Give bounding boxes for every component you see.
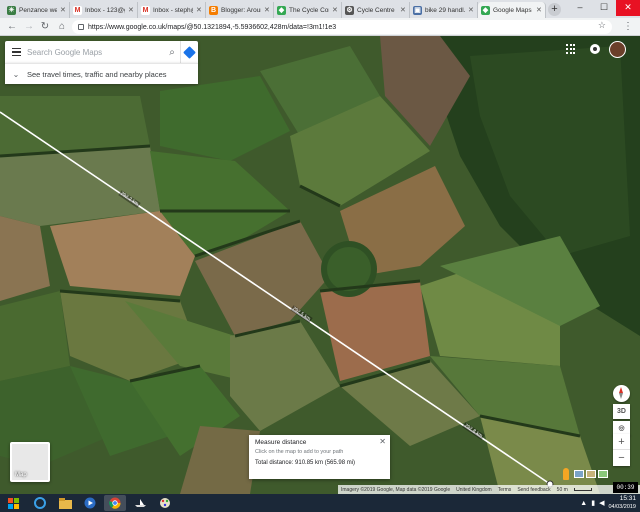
cycle-favicon-icon: ⚙ <box>345 5 354 15</box>
map-footer: Imagery ©2019 Google, Map data ©2019 Goo… <box>338 485 640 494</box>
layers-toggle[interactable]: Map <box>10 442 50 482</box>
layers-label: Map <box>15 472 27 478</box>
zoom-in-button[interactable]: + <box>613 434 630 450</box>
tab-label: bike 29 handl... <box>425 6 465 14</box>
taskbar-clock[interactable]: 15:31 04/03/2019 <box>608 495 636 511</box>
address-bar[interactable]: https://www.google.co.uk/maps/@50.132189… <box>72 20 612 34</box>
travel-times-prompt[interactable]: ⌄ See travel times, traffic and nearby p… <box>5 63 198 84</box>
tab-blogger[interactable]: B Blogger: Around ✕ <box>206 2 274 18</box>
travel-times-text: See travel times, traffic and nearby pla… <box>27 69 167 79</box>
blogger-favicon-icon: B <box>209 5 218 15</box>
tab-bike-handlebars[interactable]: ▣ bike 29 handl... ✕ <box>410 2 478 18</box>
media-player-icon[interactable] <box>79 495 101 511</box>
tab-label: The Cycle Cor... <box>289 6 329 14</box>
satellite-imagery <box>0 36 640 494</box>
scale-label[interactable]: 50 m <box>557 487 568 493</box>
browser-tab-strip: ☀ Penzance weather ✕ M Inbox - 123@gmail… <box>0 0 640 18</box>
tab-gmail-inbox-1[interactable]: M Inbox - 123@gmail ✕ <box>70 2 138 18</box>
tab-label: Google Maps <box>493 6 532 14</box>
minimize-button[interactable]: – <box>568 0 592 16</box>
clock-time: 15:31 <box>619 495 636 502</box>
maps-favicon-icon: ◆ <box>481 5 490 15</box>
maps-favicon-icon: ◆ <box>277 5 286 15</box>
zoom-out-button[interactable]: − <box>613 450 630 466</box>
measure-title: Measure distance <box>255 439 307 446</box>
network-icon[interactable]: ▮ <box>591 499 595 507</box>
lock-icon <box>78 24 84 30</box>
recording-timer: 00:39 <box>613 482 638 493</box>
yacht-app-icon[interactable] <box>129 495 151 511</box>
bookmark-star-icon[interactable]: ☆ <box>598 20 606 31</box>
gmail-favicon-icon: M <box>141 5 150 15</box>
close-icon[interactable]: ✕ <box>379 437 386 446</box>
street-preview-thumb[interactable] <box>586 470 596 478</box>
close-tab-icon[interactable]: ✕ <box>468 6 474 14</box>
terms-link[interactable]: Terms <box>498 487 512 493</box>
image-favicon-icon: ▣ <box>413 5 422 15</box>
measure-hint: Click on the map to add to your path <box>255 449 344 455</box>
volume-icon[interactable]: ◀ <box>599 499 604 507</box>
imagery-attribution: Imagery ©2019 Google, Map data ©2019 Goo… <box>341 486 451 493</box>
close-tab-icon[interactable]: ✕ <box>264 6 270 14</box>
close-tab-icon[interactable]: ✕ <box>60 6 66 14</box>
tray-arrow-icon[interactable]: ▲ <box>580 500 587 507</box>
home-icon[interactable]: ⌂ <box>55 20 69 34</box>
browser-menu-icon[interactable]: ⋮ <box>622 20 634 34</box>
directions-icon[interactable] <box>180 41 198 63</box>
reload-icon[interactable]: ↻ <box>38 20 52 34</box>
file-explorer-icon[interactable] <box>54 495 76 511</box>
close-tab-icon[interactable]: ✕ <box>400 6 406 14</box>
measure-distance-card: Measure distance Click on the map to add… <box>249 435 390 479</box>
satellite-map[interactable]: 292.2 km 292.5 km 292.8 km ⌕ ⌄ See trave… <box>0 36 640 494</box>
close-tab-icon[interactable]: ✕ <box>128 6 134 14</box>
search-box: ⌕ <box>5 41 198 63</box>
tab-label: Penzance weather <box>19 6 57 14</box>
apps-grid-icon[interactable] <box>566 44 576 54</box>
scale-bar <box>573 488 592 491</box>
avatar[interactable] <box>609 41 626 58</box>
measure-total-distance: Total distance: 910.85 km (565.98 mi) <box>255 460 356 466</box>
tab-label: Inbox - 123@gmail <box>85 6 125 14</box>
maximize-button[interactable]: ☐ <box>592 0 616 16</box>
street-preview-thumb[interactable] <box>574 470 584 478</box>
close-tab-icon[interactable]: ✕ <box>332 6 338 14</box>
system-tray: ▲ ▮ ◀ 15:31 04/03/2019 <box>580 494 636 512</box>
tab-gmail-inbox-2[interactable]: M Inbox - steph@... ✕ <box>138 2 206 18</box>
url-text: https://www.google.co.uk/maps/@50.132189… <box>88 23 337 31</box>
paint-app-icon[interactable] <box>154 495 176 511</box>
notifications-icon[interactable] <box>590 44 600 54</box>
tab-penzance-weather[interactable]: ☀ Penzance weather ✕ <box>4 2 70 18</box>
tilt-3d-button[interactable]: 3D <box>613 404 630 419</box>
clock-date: 04/03/2019 <box>608 504 636 510</box>
street-preview-thumb[interactable] <box>598 470 608 478</box>
search-input[interactable] <box>27 47 164 57</box>
region-link[interactable]: United Kingdom <box>456 487 492 493</box>
zoom-control: + − <box>613 434 630 466</box>
tab-google-maps[interactable]: ◆ Google Maps ✕ <box>478 2 546 18</box>
tab-cycle-corner[interactable]: ◆ The Cycle Cor... ✕ <box>274 2 342 18</box>
new-tab-button[interactable]: + <box>548 3 561 16</box>
tab-label: Cycle Centre <box>357 6 395 14</box>
chrome-icon[interactable] <box>104 495 126 511</box>
browser-toolbar: ← → ↻ ⌂ https://www.google.co.uk/maps/@5… <box>0 18 640 36</box>
close-window-button[interactable]: ✕ <box>616 0 640 16</box>
close-tab-icon[interactable]: ✕ <box>536 6 542 14</box>
gmail-favicon-icon: M <box>73 5 82 15</box>
weather-favicon-icon: ☀ <box>7 5 16 15</box>
send-feedback-link[interactable]: Send feedback <box>517 487 550 493</box>
internet-explorer-icon[interactable] <box>29 495 51 511</box>
tab-cycle-centre[interactable]: ⚙ Cycle Centre ✕ <box>342 2 410 18</box>
tab-label: Blogger: Around <box>221 6 261 14</box>
forward-arrow-icon[interactable]: → <box>22 20 36 34</box>
windows-taskbar: ▲ ▮ ◀ 15:31 04/03/2019 <box>0 494 640 512</box>
tab-label: Inbox - steph@... <box>153 6 193 14</box>
menu-hamburger-icon[interactable] <box>5 41 27 63</box>
close-tab-icon[interactable]: ✕ <box>196 6 202 14</box>
search-icon[interactable]: ⌕ <box>164 41 180 63</box>
compass-icon[interactable] <box>613 385 630 402</box>
pegman-icon[interactable] <box>563 468 569 480</box>
back-arrow-icon[interactable]: ← <box>5 20 19 34</box>
windows-start-icon[interactable] <box>0 494 26 512</box>
chevron-down-icon: ⌄ <box>12 69 20 79</box>
